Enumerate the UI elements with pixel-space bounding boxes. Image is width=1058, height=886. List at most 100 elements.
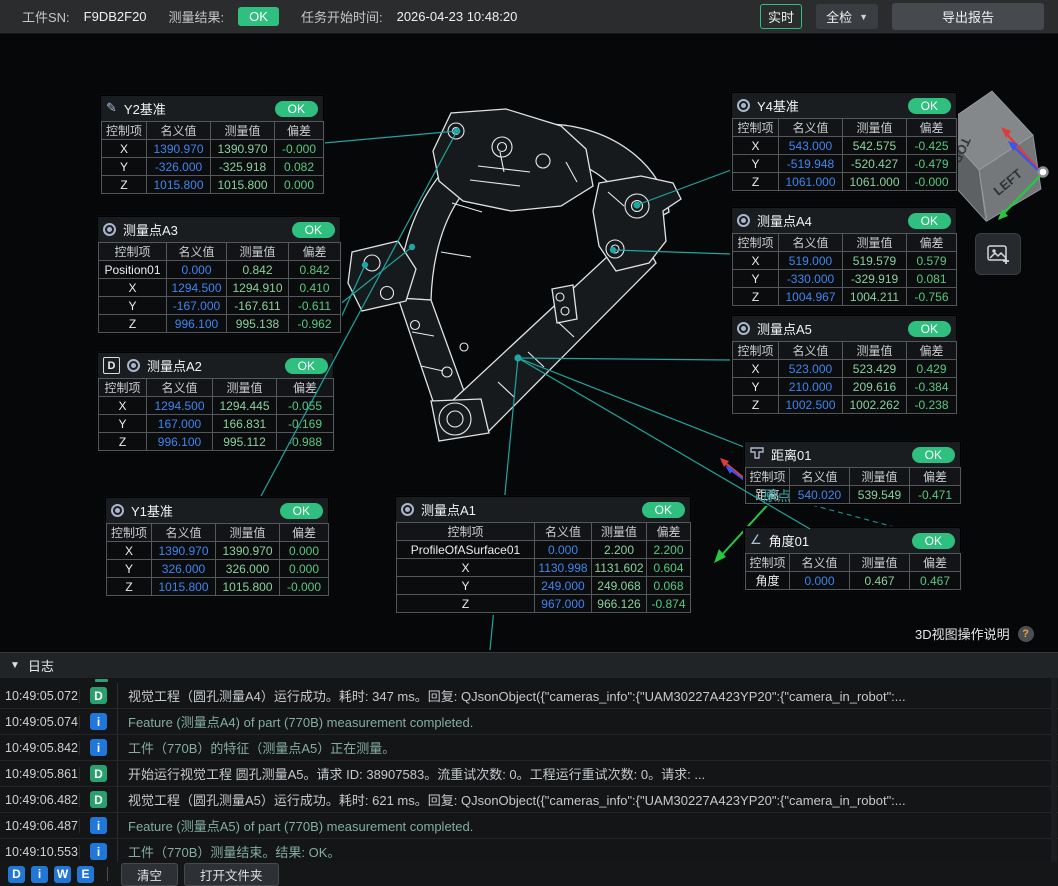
column-header: 测量值: [843, 342, 907, 360]
log-filter-w[interactable]: W: [54, 866, 71, 883]
measurement-panel-a3[interactable]: 测量点A3OK控制项名义值测量值偏差Position010.0000.8420.…: [97, 216, 341, 334]
nominal-cell: 0.000: [790, 572, 850, 590]
table-row: X1390.9701390.970-0.000: [102, 140, 324, 158]
measurement-panel-a4[interactable]: 测量点A4OK控制项名义值测量值偏差X519.000519.5790.579Y-…: [731, 207, 957, 307]
nominal-cell: 1294.500: [147, 397, 213, 415]
panel-title: Y4基准: [757, 96, 799, 115]
log-message: Feature (测量点A4) of part (770B) measureme…: [118, 712, 1058, 731]
log-list[interactable]: 10:49:05.072D视觉工程（圆孔测量A4）运行成功。耗时: 347 ms…: [0, 678, 1058, 862]
table-row: Y210.000209.616-0.384: [733, 378, 957, 396]
measurement-panel-dist[interactable]: 距离01OK控制项名义值测量值偏差距离540.020539.549-0.471: [744, 441, 961, 505]
control-item-cell: Z: [733, 173, 779, 191]
measured-cell: 542.575: [843, 137, 907, 155]
column-header: 测量值: [211, 122, 275, 140]
column-header: 名义值: [779, 234, 843, 252]
control-item-cell: Z: [107, 578, 152, 596]
deviation-cell: -0.479: [907, 155, 957, 173]
column-header: 控制项: [746, 554, 790, 572]
log-timestamp: 10:49:05.861: [0, 767, 80, 781]
deviation-cell: -0.756: [907, 288, 957, 306]
target-icon: [737, 214, 750, 227]
panel-title: 角度01: [769, 531, 809, 550]
measured-cell: 539.549: [850, 486, 910, 504]
clear-log-button[interactable]: 清空: [121, 863, 178, 886]
measured-cell: 166.831: [213, 415, 277, 433]
target-icon: [737, 99, 750, 112]
measurement-panel-y2[interactable]: ✎Y2基准OK控制项名义值测量值偏差X1390.9701390.970-0.00…: [100, 95, 324, 195]
column-header: 控制项: [397, 523, 535, 541]
log-level-badge: D: [90, 791, 107, 808]
log-level-cell: D: [80, 761, 118, 786]
nominal-cell: 249.000: [535, 577, 592, 595]
deviation-cell: -0.238: [907, 396, 957, 414]
measurement-table: 控制项名义值测量值偏差距离540.020539.549-0.471: [745, 467, 961, 504]
control-item-cell: X: [733, 252, 779, 270]
log-filter-d[interactable]: D: [8, 866, 25, 883]
control-item-cell: 距离: [746, 486, 790, 504]
measurement-table: 控制项名义值测量值偏差Position010.0000.8420.842X129…: [98, 242, 341, 333]
column-header: 控制项: [733, 234, 779, 252]
measured-cell: 519.579: [843, 252, 907, 270]
measurement-panel-y1[interactable]: Y1基准OK控制项名义值测量值偏差X1390.9701390.9700.000Y…: [105, 497, 329, 597]
panel-title: 测量点A5: [757, 319, 812, 338]
collapse-triangle-icon[interactable]: ▼: [10, 660, 20, 671]
control-item-cell: 角度: [746, 572, 790, 590]
log-level-badge: i: [90, 817, 107, 834]
nominal-cell: 996.100: [167, 315, 227, 333]
deviation-cell: 0.467: [910, 572, 961, 590]
log-row: 10:49:05.074iFeature (测量点A4) of part (77…: [0, 709, 1058, 735]
nominal-cell: 1390.970: [152, 542, 216, 560]
measured-cell: 1294.445: [213, 397, 277, 415]
status-badge: OK: [292, 222, 335, 238]
nominal-cell: 0.000: [535, 541, 592, 559]
panel-header: D测量点A2OK: [98, 353, 333, 378]
column-header: 测量值: [850, 554, 910, 572]
table-row: X1294.5001294.445-0.055: [99, 397, 334, 415]
measurement-panel-a1[interactable]: 测量点A1OK控制项名义值测量值偏差ProfileOfASurface010.0…: [395, 496, 691, 614]
column-header: 名义值: [779, 342, 843, 360]
measurement-panel-a2[interactable]: D测量点A2OK控制项名义值测量值偏差X1294.5001294.445-0.0…: [97, 352, 334, 452]
column-header: 测量值: [843, 119, 907, 137]
deviation-cell: 0.068: [647, 577, 691, 595]
nominal-cell: 967.000: [535, 595, 592, 613]
deviation-cell: -0.384: [907, 378, 957, 396]
column-header: 测量值: [227, 243, 289, 261]
nominal-cell: 519.000: [779, 252, 843, 270]
log-header[interactable]: ▼ 日志: [0, 652, 1058, 678]
log-filter-i[interactable]: i: [31, 866, 48, 883]
measurement-panel-angle[interactable]: ∠角度01OK控制项名义值测量值偏差角度0.0000.4670.467: [744, 527, 961, 591]
status-badge: OK: [908, 213, 951, 229]
debug-flag-badge: D: [103, 357, 120, 374]
table-row: X523.000523.4290.429: [733, 360, 957, 378]
nominal-cell: 1061.000: [779, 173, 843, 191]
control-item-cell: Y: [99, 297, 167, 315]
log-scrollbar[interactable]: [1051, 678, 1057, 862]
measurement-table: 控制项名义值测量值偏差角度0.0000.4670.467: [745, 553, 961, 590]
nominal-cell: -167.000: [167, 297, 227, 315]
measurement-panel-a5[interactable]: 测量点A5OK控制项名义值测量值偏差X523.000523.4290.429Y2…: [731, 315, 957, 415]
log-filter-e[interactable]: E: [77, 866, 94, 883]
column-header: 偏差: [910, 468, 961, 486]
control-item-cell: Z: [733, 396, 779, 414]
table-row: X1130.9981131.6020.604: [397, 559, 691, 577]
log-timestamp: 10:49:06.482: [0, 793, 80, 807]
image-plus-icon: [985, 242, 1011, 266]
snapshot-button[interactable]: [975, 233, 1021, 275]
table-row: Y-167.000-167.611-0.611: [99, 297, 341, 315]
open-folder-button[interactable]: 打开文件夹: [184, 863, 279, 886]
target-icon: [127, 359, 140, 372]
control-item-cell: Y: [733, 378, 779, 396]
column-header: 名义值: [147, 379, 213, 397]
column-header: 控制项: [102, 122, 147, 140]
control-item-cell: Z: [99, 315, 167, 333]
table-row: Z1015.8001015.800-0.000: [107, 578, 329, 596]
nominal-cell: 167.000: [147, 415, 213, 433]
table-row: 角度0.0000.4670.467: [746, 572, 961, 590]
control-item-cell: X: [733, 360, 779, 378]
help-question-icon[interactable]: ?: [1018, 626, 1034, 642]
table-row: Z1002.5001002.262-0.238: [733, 396, 957, 414]
target-icon: [401, 503, 414, 516]
deviation-cell: -0.874: [647, 595, 691, 613]
measured-cell: 1294.910: [227, 279, 289, 297]
measurement-panel-y4[interactable]: Y4基准OK控制项名义值测量值偏差X543.000542.575-0.425Y-…: [731, 92, 957, 192]
